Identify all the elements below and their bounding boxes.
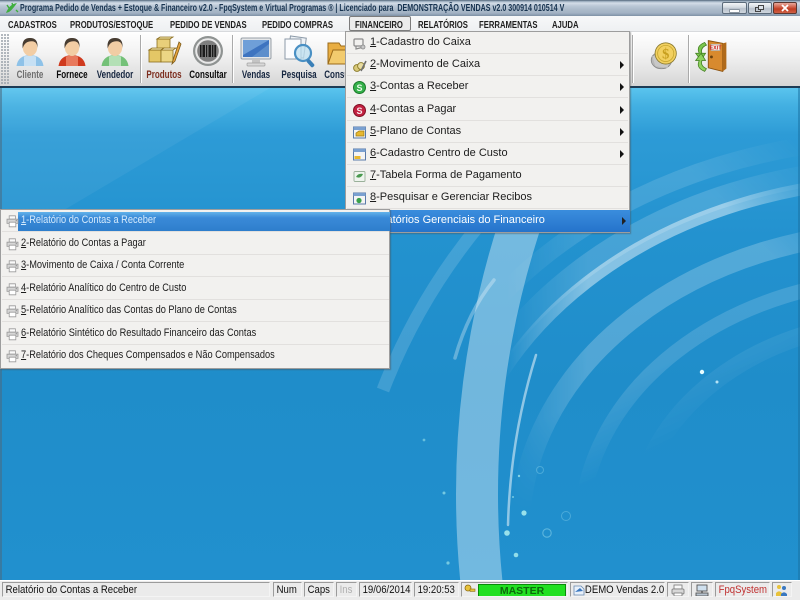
svg-text:EXIT: EXIT	[710, 46, 723, 52]
svg-text:S: S	[356, 83, 362, 93]
svg-text:$: $	[662, 47, 669, 63]
svg-text:S: S	[356, 106, 362, 116]
